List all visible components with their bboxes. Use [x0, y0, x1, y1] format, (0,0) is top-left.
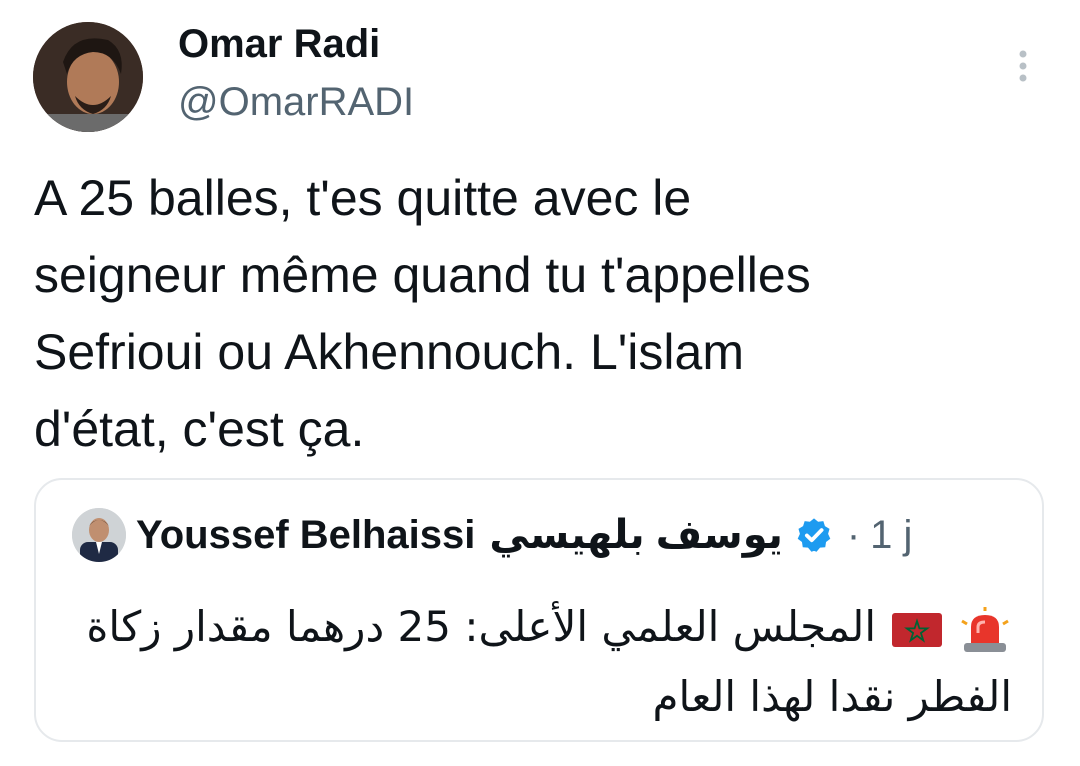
quote-text-block: المجلس العلمي الأعلى: 25 درهما مقدار زكا…: [76, 592, 1012, 732]
tweet-text: A 25 balles, t'es quitte avec le seigneu…: [34, 170, 811, 457]
separator-dot: ·: [846, 513, 861, 557]
quote-header: Youssef Belhaissi يوسف بلهيسي · 1 j: [136, 510, 912, 560]
author-avatar[interactable]: [33, 22, 143, 132]
author-handle[interactable]: @OmarRADI: [178, 78, 414, 126]
verified-badge-icon: [797, 518, 831, 552]
quoted-tweet-card[interactable]: Youssef Belhaissi يوسف بلهيسي · 1 j المج…: [34, 478, 1044, 742]
quote-author-avatar: [72, 508, 126, 562]
quote-author-photo: [72, 508, 126, 562]
author-photo: [33, 22, 143, 132]
quote-author-name-arabic[interactable]: يوسف بلهيسي: [489, 510, 782, 560]
morocco-flag-icon: [892, 612, 942, 647]
author-name[interactable]: Omar Radi: [178, 20, 380, 68]
more-vertical-icon: [1019, 50, 1027, 82]
quote-text: المجلس العلمي الأعلى: 25 درهما مقدار زكا…: [86, 602, 1012, 721]
quote-timestamp[interactable]: 1 j: [870, 510, 912, 560]
more-options-button[interactable]: [1008, 44, 1038, 88]
quote-author-name[interactable]: Youssef Belhaissi: [136, 510, 475, 560]
rotating-light-icon: [961, 606, 1009, 652]
